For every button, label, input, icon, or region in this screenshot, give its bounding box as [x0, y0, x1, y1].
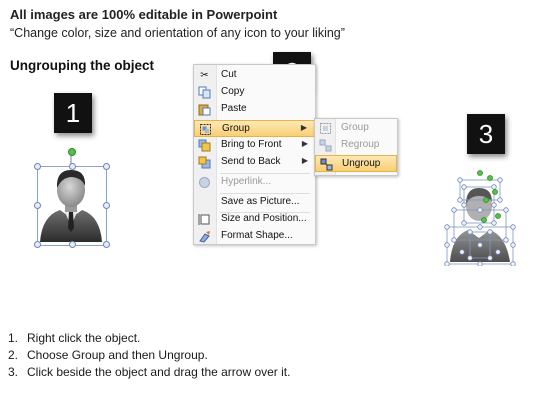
group-icon	[319, 122, 332, 135]
regroup-icon	[319, 139, 332, 152]
paste-icon	[198, 103, 211, 116]
header-title: All images are 100% editable in Powerpoi…	[10, 7, 278, 22]
rotation-handle[interactable]	[68, 148, 76, 156]
submenu-arrow-icon: ▶	[300, 123, 307, 132]
selection-frame	[37, 166, 107, 246]
resize-handle[interactable]	[103, 202, 110, 209]
ungrouped-pieces-icon	[444, 170, 516, 267]
hyperlink-icon	[198, 176, 211, 189]
submenu-item-ungroup[interactable]: Ungroup	[315, 155, 397, 172]
header-subtitle: “Change color, size and orientation of a…	[10, 26, 345, 40]
menu-item-hyperlink: Hyperlink...	[194, 174, 315, 191]
submenu-item-regroup: Regroup	[315, 137, 397, 154]
step-badge-1: 1	[54, 93, 92, 133]
menu-item-save-as-picture[interactable]: Save as Picture...	[194, 194, 315, 211]
step-badge-3: 3	[467, 114, 505, 154]
resize-handle[interactable]	[69, 163, 76, 170]
section-title: Ungrouping the object	[10, 58, 154, 73]
menu-item-bring-to-front[interactable]: Bring to Front ▶	[194, 137, 315, 154]
size-position-icon	[198, 213, 211, 226]
format-shape-icon	[198, 230, 211, 243]
group-submenu: Group Regroup Ungroup	[314, 118, 398, 176]
resize-handle[interactable]	[69, 241, 76, 248]
resize-handle[interactable]	[103, 241, 110, 248]
submenu-arrow-icon: ▶	[301, 139, 308, 148]
ungroup-icon	[320, 158, 333, 171]
menu-item-size-position[interactable]: Size and Position...	[194, 211, 315, 228]
copy-icon	[198, 86, 211, 99]
resize-handle[interactable]	[34, 163, 41, 170]
menu-item-copy[interactable]: Copy	[194, 84, 315, 101]
submenu-arrow-icon: ▶	[301, 156, 308, 165]
resize-handle[interactable]	[34, 241, 41, 248]
menu-item-format-shape[interactable]: Format Shape...	[194, 228, 315, 245]
group-icon	[199, 123, 212, 136]
resize-handle[interactable]	[34, 202, 41, 209]
menu-item-paste[interactable]: Paste	[194, 101, 315, 118]
scissors-icon: ✂	[200, 70, 209, 81]
menu-item-send-to-back[interactable]: Send to Back ▶	[194, 154, 315, 171]
bring-front-icon	[198, 139, 211, 152]
ungrouped-person-object[interactable]	[440, 170, 520, 267]
menu-item-group[interactable]: Group ▶	[194, 120, 315, 137]
menu-item-cut[interactable]: ✂ Cut	[194, 67, 315, 84]
selected-person-object[interactable]	[32, 146, 112, 250]
send-back-icon	[198, 156, 211, 169]
context-menu: ✂ Cut Copy Paste Group ▶ Bring to Front …	[193, 64, 316, 245]
submenu-item-group: Group	[315, 120, 397, 137]
resize-handle[interactable]	[103, 163, 110, 170]
